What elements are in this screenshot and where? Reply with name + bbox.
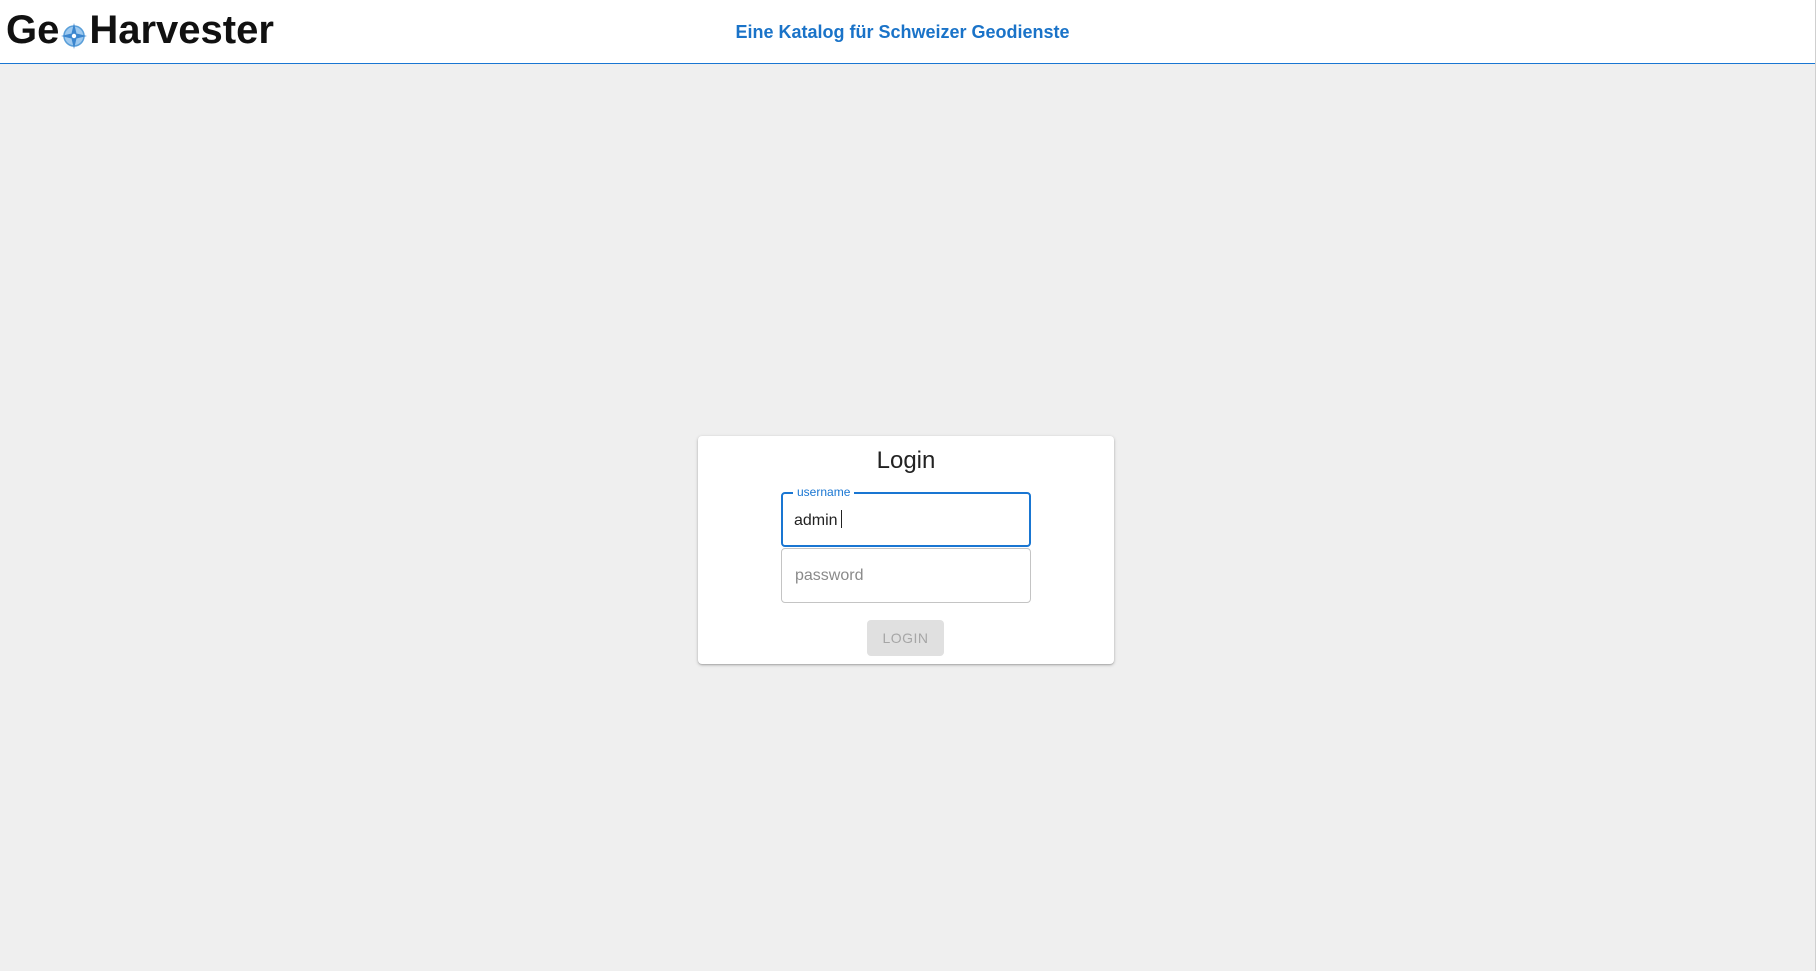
app-area: Ge Harvester Eine Katalog für Schweizer … xyxy=(0,0,1815,971)
login-button[interactable]: LOGIN xyxy=(867,620,944,656)
username-value: admin xyxy=(794,512,838,529)
app-header: Ge Harvester Eine Katalog für Schweizer … xyxy=(0,0,1815,64)
text-caret xyxy=(840,510,842,528)
header-tagline: Eine Katalog für Schweizer Geodienste xyxy=(735,22,1070,42)
username-label: username xyxy=(793,485,855,499)
login-title: Login xyxy=(876,447,936,474)
login-card: Login username admin password LOGIN xyxy=(698,436,1114,664)
page: Ge Harvester Eine Katalog für Schweizer … xyxy=(0,0,1816,971)
password-placeholder: password xyxy=(795,567,864,584)
username-field[interactable]: username admin xyxy=(781,485,1031,547)
password-field[interactable]: password xyxy=(781,548,1031,603)
username-input[interactable]: admin xyxy=(794,510,842,531)
